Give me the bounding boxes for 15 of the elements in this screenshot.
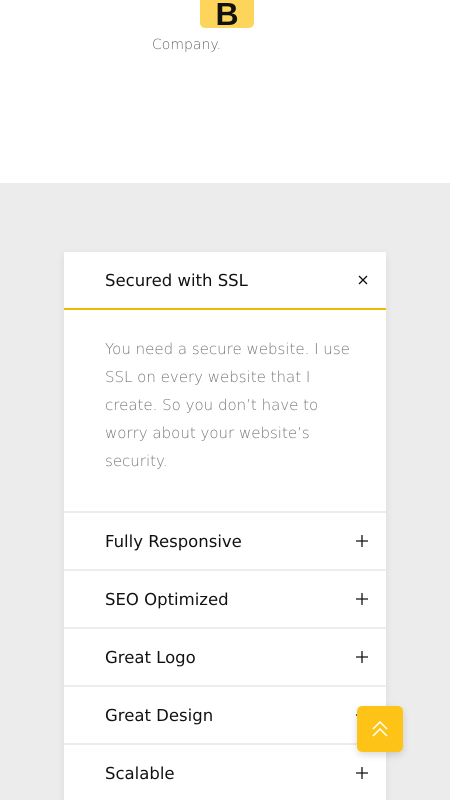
plus-icon[interactable] <box>356 593 368 605</box>
accordion-text: You need a secure website. I use SSL on every website that I create. So you don’t have to worry about your website’s security. <box>104 339 351 472</box>
tagline: Company. <box>152 38 222 52</box>
accordion-title[interactable]: Scalable <box>105 764 175 782</box>
accordion-title[interactable]: Great Design <box>105 706 214 724</box>
accordion-title[interactable]: Fully Responsive <box>105 532 242 550</box>
accordion-title[interactable]: Great Logo <box>105 648 196 666</box>
plus-icon[interactable] <box>356 651 368 663</box>
close-icon[interactable] <box>358 275 368 285</box>
accordion-title[interactable]: Secured with SSL <box>105 270 248 290</box>
plus-icon[interactable] <box>356 535 368 547</box>
accordion-title[interactable]: SEO Optimized <box>105 590 229 608</box>
plus-icon[interactable] <box>356 767 368 779</box>
double-chevron-up-icon <box>371 721 389 737</box>
logo[interactable]: B <box>200 0 254 28</box>
